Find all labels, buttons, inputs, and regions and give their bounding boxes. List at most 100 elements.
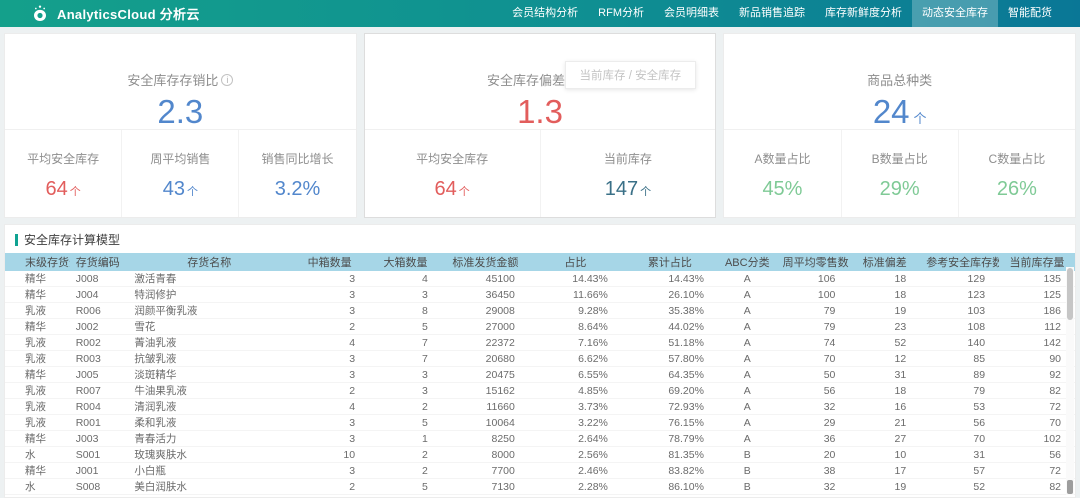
table-cell: 27000 (441, 318, 529, 335)
table-cell: 78.79% (621, 430, 718, 447)
table-cell: 保湿精华水 (128, 494, 291, 497)
table-cell: A (717, 366, 777, 383)
table-cell: R003 (69, 350, 129, 367)
table-row: 乳液 R003 抗皱乳液 3 7 20680 6.62% 57.80% A 70 12 85 90 (5, 350, 1075, 367)
metric-value-number: 64 (434, 178, 457, 200)
nav-item-rfm-analysis[interactable]: RFM分析 (588, 0, 654, 27)
table-cell: 81.35% (621, 446, 718, 463)
metric-label: C数量占比 (988, 152, 1046, 166)
table-cell: 玫瑰爽肤水 (128, 446, 291, 463)
table-cell: 抗皱乳液 (128, 350, 291, 367)
table-cell: 38 (776, 462, 850, 479)
table-cell: 142 (999, 334, 1075, 351)
metric-avg-safety-stock: 平均安全库存 64 个 (5, 130, 121, 217)
table-header-cell: 参考安全库存数量 (920, 253, 1000, 271)
table-cell: 11660 (441, 398, 529, 415)
table-cell: 17 (849, 462, 921, 479)
table-cell: 140 (920, 334, 1000, 351)
metric-value: 43 个 (122, 178, 238, 201)
metric-weekly-avg-sales: 周平均销售 43 个 (121, 130, 238, 217)
brand: AnalyticsCloud 分析云 (0, 0, 200, 27)
table-cell: 79 (776, 302, 850, 319)
brand-title: AnalyticsCloud 分析云 (57, 7, 200, 22)
table-row: 水 S008 美白润肤水 2 5 7130 2.28% 86.10% B 32 19 52 82 (5, 478, 1075, 495)
table-cell: 72 (999, 398, 1075, 415)
table-cell: 129 (920, 271, 1000, 287)
nav-item-member-detail[interactable]: 会员明细表 (654, 0, 729, 27)
metric-value: 64 个 (5, 178, 121, 201)
nav-item-freshness-analysis[interactable]: 库存新鲜度分析 (815, 0, 912, 27)
table-cell: 10064 (441, 414, 529, 431)
table-cell: 82 (999, 382, 1075, 399)
table-header-cell: ABC分类 (717, 253, 777, 271)
table-cell: 9.28% (528, 302, 622, 319)
table-cell: 2 (290, 382, 370, 399)
table-cell: 8 (290, 494, 370, 497)
table-cell: 125 (999, 286, 1075, 303)
table-cell: 润颜平衡乳液 (128, 302, 291, 319)
table-scrollbar[interactable] (1066, 267, 1074, 495)
table-cell: 8 (369, 302, 442, 319)
table-cell: 3 (290, 350, 370, 367)
table-row: 精华 J003 青春活力 3 1 8250 2.64% 78.79% A 36 27 70 102 (5, 430, 1075, 447)
card-value-number: 24 (872, 93, 910, 130)
metric-value-number: 147 (604, 178, 639, 200)
table-cell: 12 (849, 350, 921, 367)
table-cell: 精华 (5, 366, 70, 383)
table-cell: 123 (920, 286, 1000, 303)
table-cell: 18 (849, 382, 921, 399)
table-cell: 水 (5, 446, 70, 463)
scrollbar-end-thumb[interactable] (1067, 480, 1073, 494)
table-cell: 8000 (441, 446, 529, 463)
info-icon[interactable]: i (221, 74, 234, 86)
scrollbar-thumb[interactable] (1067, 268, 1073, 320)
table-cell: 4.85% (528, 382, 622, 399)
table-cell: 53 (920, 398, 1000, 415)
kpi-card-top: 安全库存偏差度i1.3当前库存 / 安全库存 (364, 34, 716, 130)
table-cell: 3 (369, 494, 442, 497)
table-row: 乳液 R004 清润乳液 4 2 11660 3.73% 72.93% A 32 16 53 72 (5, 398, 1075, 415)
nav-item-member-structure[interactable]: 会员结构分析 (502, 0, 588, 27)
table-cell: 89 (920, 366, 1000, 383)
table-cell: 3 (290, 271, 370, 287)
table-cell: 乳液 (5, 382, 70, 399)
table-cell: 56 (776, 382, 850, 399)
table-cell: 水 (5, 494, 70, 497)
table-cell: 淡斑精华 (128, 366, 291, 383)
table-row: 精华 J001 小白瓶 3 2 7700 2.46% 83.82% B 38 17 57 72 (5, 462, 1075, 479)
card-value: 2.3 (5, 93, 356, 131)
nav-item-dynamic-safety-stock[interactable]: 动态安全库存 (912, 0, 998, 27)
table-cell: R006 (69, 302, 129, 319)
table-cell: 精华 (5, 271, 70, 287)
nav-item-smart-allocation[interactable]: 智能配货 (998, 0, 1062, 27)
table-cell: S002 (69, 494, 129, 497)
table-cell: 86.10% (621, 478, 718, 495)
table-cell: 82 (999, 478, 1075, 495)
table-cell: 3.73% (528, 398, 622, 415)
table-cell: A (717, 318, 777, 335)
table-cell: 72.93% (621, 398, 718, 415)
main-nav: 会员结构分析 RFM分析 会员明细表 新品销售追踪 库存新鲜度分析 动态安全库存 智能配货 (502, 0, 1062, 27)
table-cell: 6.62% (528, 350, 622, 367)
card-metrics: 平均安全库存 64 个当前库存 147 个 (365, 130, 716, 217)
table-cell: 5 (369, 318, 442, 335)
table-cell: 精华 (5, 318, 70, 335)
metric-value-unit: 个 (458, 186, 470, 198)
table-cell: 4 (290, 334, 370, 351)
table-cell: 32 (776, 398, 850, 415)
table-cell: A (717, 382, 777, 399)
cloud-logo-icon (30, 4, 50, 24)
table-cell: 31 (920, 446, 1000, 463)
table-cell: 31 (849, 366, 921, 383)
table-cell: 79 (776, 318, 850, 335)
table-cell: 精华 (5, 286, 70, 303)
metric-sales-yoy-growth: 销售同比增长 3.2% (238, 130, 355, 217)
table-cell: 5 (369, 478, 442, 495)
table-cell: 57 (920, 462, 1000, 479)
table-cell: 72 (999, 462, 1075, 479)
nav-item-new-product-tracking[interactable]: 新品销售追踪 (729, 0, 815, 27)
table-cell: 7020 (441, 494, 529, 497)
metric-label: 销售同比增长 (261, 152, 334, 166)
table-header-cell: 当前库存量 (999, 253, 1075, 271)
table-cell: 29008 (441, 302, 529, 319)
